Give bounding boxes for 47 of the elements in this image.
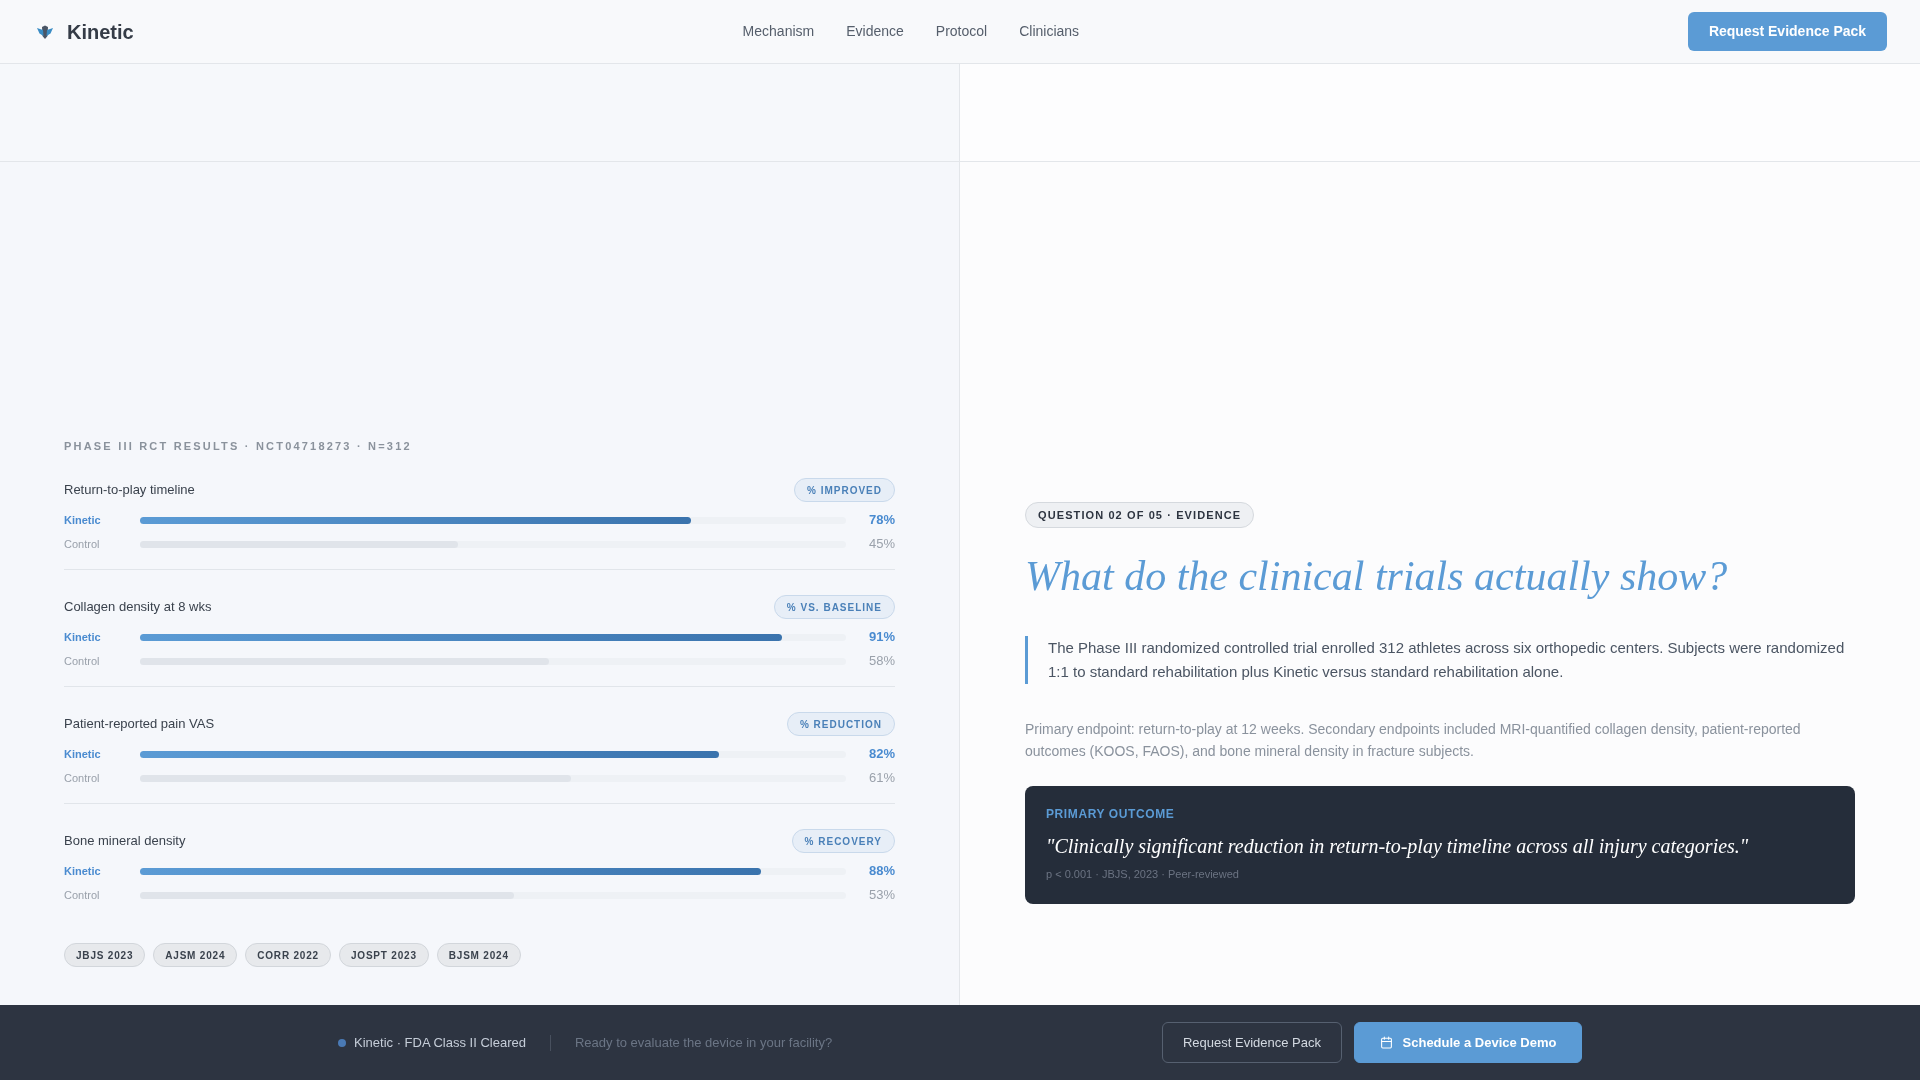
journal-tag: CORR 2022 [245,943,331,967]
prompt-text: Ready to evaluate the device in your facility? [574,1033,833,1052]
status-text: Kinetic · FDA Class II Cleared [354,1033,526,1052]
outcome-label: PRIMARY OUTCOME [1046,806,1176,822]
series-label: Control [64,654,101,669]
percent-value: 88% [867,863,895,879]
request-evidence-button[interactable]: Request Evidence Pack [1162,1022,1342,1063]
percent-value: 91% [867,629,895,645]
metric-title: Bone mineral density [64,832,186,851]
series-label: Kinetic [64,747,102,762]
journal-tag: JOSPT 2023 [338,943,429,967]
outcome-quote: "Clinically significant reduction in return-to-play timeline across all injury categories." [1046,834,1750,860]
series-label: Control [64,771,101,786]
brand-name[interactable]: Kinetic [67,16,134,47]
winged-emblem-icon [37,24,53,39]
series-label: Control [64,888,101,903]
percent-value: 45% [867,536,895,552]
unit-badge: % IMPROVED [794,478,895,502]
percent-value: 53% [867,887,895,903]
journal-tag: BJSM 2024 [436,943,521,967]
metric-title: Patient-reported pain VAS [64,715,215,734]
metric-title: Collagen density at 8 wks [64,598,212,617]
nav-link[interactable]: Evidence [846,21,904,42]
percent-value: 58% [867,653,895,669]
series-label: Kinetic [64,864,102,879]
series-label: Control [64,537,101,552]
outcome-meta: p < 0.001 · JBJS, 2023 · Peer-reviewed [1046,867,1240,882]
metric-title: Return-to-play timeline [64,481,195,500]
series-label: Kinetic [64,513,102,528]
series-label: Kinetic [64,630,102,645]
calendar-icon [1379,1036,1393,1049]
unit-badge: % RECOVERY [791,829,895,853]
nav-link[interactable]: Clinicians [1019,21,1080,42]
endpoint-text: Primary endpoint: return-to-play at 12 weeks. Secondary endpoints included MRI-quantified collagen density, patient-reported outcomes (KOOS, FAOS), and bone mineral density in fracture subjects. [1025,720,1802,761]
percent-value: 78% [867,512,895,528]
journal-tag: JBJS 2023 [64,943,146,967]
nav-link[interactable]: Protocol [935,21,988,42]
results-heading: PHASE III RCT RESULTS · NCT04718273 · N=312 [64,439,413,454]
percent-value: 61% [867,770,895,786]
question-badge: QUESTION 02 OF 05 · EVIDENCE [1025,502,1255,528]
journal-tag: AJSM 2024 [153,943,238,967]
lead-quote: The Phase III randomized controlled trial enrolled 312 athletes across six orthopedic centers. Subjects were randomized 1:1 to standard rehabilitation plus Kinetic versus standard rehabilitation alone. [1025,636,1855,684]
unit-badge: % REDUCTION [786,712,895,736]
percent-value: 82% [867,746,895,762]
question-title: What do the clinical trials actually show? [1025,552,1729,601]
unit-badge: % VS. BASELINE [773,595,895,619]
nav-link[interactable]: Mechanism [742,21,815,42]
